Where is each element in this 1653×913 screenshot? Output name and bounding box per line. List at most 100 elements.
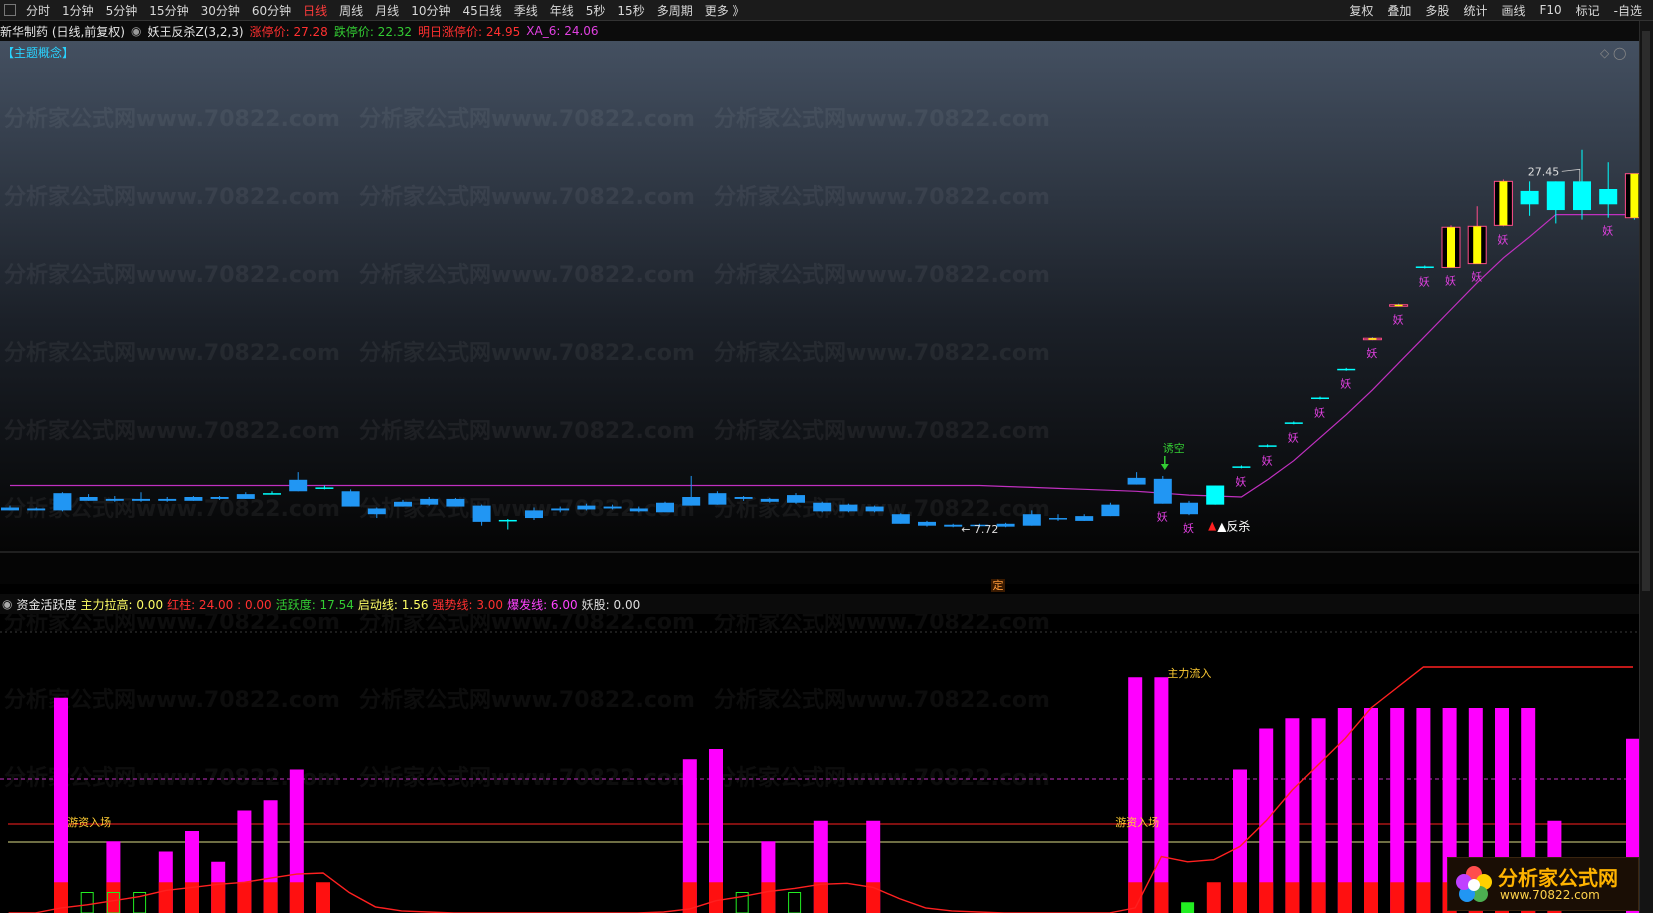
period-tab-5[interactable]: 60分钟	[246, 2, 297, 19]
candle-body-60	[1573, 181, 1591, 211]
period-tab-1[interactable]: 1分钟	[56, 2, 100, 19]
period-tab-3[interactable]: 15分钟	[143, 2, 194, 19]
toolbar-right-item-0[interactable]: 复权	[1342, 2, 1380, 19]
toolbar-right-item-5[interactable]: F10	[1532, 3, 1568, 17]
candle-body-35	[918, 521, 936, 526]
yao-marker-8: 妖	[1393, 313, 1404, 327]
limit-up-price: 涨停价: 27.28	[249, 24, 328, 39]
period-tab-11[interactable]: 季线	[508, 2, 544, 19]
watermark-4-0: 分析家公式网www.70822.com	[4, 418, 340, 444]
candle-body-9	[236, 494, 255, 499]
sub-indicator-value-6: 妖股: 0.00	[581, 597, 641, 612]
candle-body-49	[1284, 422, 1303, 424]
candle-body-10	[263, 493, 281, 495]
red-bar-6	[158, 882, 173, 913]
candle-yellow-62	[1630, 173, 1639, 218]
candle-body-48	[1258, 445, 1277, 447]
candle-body-26	[682, 497, 701, 506]
red-bar-54	[1416, 882, 1431, 913]
chart-corner-icons: ◇ ◯	[1600, 46, 1626, 60]
logo-url: www.70822.com	[1500, 888, 1600, 902]
toolbar-right-menu: 复权 叠加 多股 统计 画线 F10 标记 -自选	[1342, 0, 1649, 20]
sub-label-2: 主力流入	[1167, 666, 1211, 680]
period-tab-6[interactable]: 日线	[297, 2, 333, 19]
candle-yellow-57	[1499, 181, 1508, 226]
toolbar-handle-icon[interactable]	[4, 4, 16, 16]
period-tab-12[interactable]: 年线	[544, 2, 580, 19]
candle-body-30	[787, 495, 805, 503]
candle-body-39	[1022, 514, 1041, 526]
candle-body-59	[1546, 181, 1565, 211]
red-bar-27	[709, 882, 723, 913]
watermark-1-2: 分析家公式网www.70822.com	[714, 184, 1050, 210]
candle-body-15	[394, 501, 412, 507]
collapse-icon[interactable]: ◉	[2, 597, 12, 611]
candle-yellow-52	[1368, 338, 1377, 340]
candle-body-44	[1153, 478, 1172, 504]
candle-body-46	[1206, 485, 1225, 505]
period-tab-15[interactable]: 多周期	[651, 2, 699, 19]
sub-indicator-value-2: 活跃度: 17.54	[275, 597, 354, 612]
toolbar-right-item-6[interactable]: 标记	[1569, 2, 1607, 19]
yao-marker-1: 妖	[1183, 521, 1194, 535]
period-tab-8[interactable]: 月线	[369, 2, 405, 19]
red-bar-12	[316, 882, 330, 913]
red-bar-29	[761, 882, 776, 913]
red-bar-53	[1390, 882, 1405, 913]
period-tab-13[interactable]: 5秒	[580, 2, 612, 19]
period-tab-7[interactable]: 周线	[333, 2, 369, 19]
toolbar-right-item-7[interactable]: -自选	[1607, 2, 1649, 19]
red-bar-49	[1285, 882, 1300, 913]
watermark-1-1: 分析家公式网www.70822.com	[359, 184, 695, 210]
toolbar-right-item-3[interactable]: 统计	[1456, 2, 1494, 19]
indicator-toggle-icon[interactable]: ◉	[131, 24, 141, 38]
candle-body-36	[944, 524, 963, 527]
yao-marker-9: 妖	[1419, 274, 1430, 288]
period-tab-10[interactable]: 45日线	[456, 2, 507, 19]
period-tab-4[interactable]: 30分钟	[195, 2, 246, 19]
candle-body-54	[1415, 266, 1434, 268]
lock-marker[interactable]: 定	[991, 579, 1005, 592]
period-tab-2[interactable]: 5分钟	[100, 2, 144, 19]
watermark-3-0: 分析家公式网www.70822.com	[4, 340, 340, 366]
candle-body-47	[1232, 466, 1251, 468]
candle-body-17	[446, 498, 465, 507]
watermark-2-1: 分析家公式网www.70822.com	[359, 262, 695, 288]
watermark-0-2: 分析家公式网www.70822.com	[714, 106, 1050, 132]
yao-marker-7: 妖	[1366, 346, 1377, 360]
yao-marker-3: 妖	[1262, 453, 1273, 467]
vertical-scrollbar[interactable]	[1639, 21, 1653, 913]
flower-logo-icon	[1456, 866, 1492, 902]
period-tab-16[interactable]: 更多 》	[699, 2, 751, 19]
candle-body-14	[367, 508, 386, 515]
period-tab-14[interactable]: 15秒	[611, 2, 650, 19]
candle-body-25	[656, 502, 674, 513]
watermark-4-2: 分析家公式网www.70822.com	[714, 418, 1050, 444]
xa6-value: XA_6: 24.06	[526, 24, 599, 38]
candle-body-0	[1, 507, 19, 511]
limit-down-price: 跌停价: 22.32	[333, 24, 413, 39]
sub-indicator-value-1: 红柱: 24.00 : 0.00	[167, 597, 272, 612]
period-tab-0[interactable]: 分时	[20, 2, 56, 19]
indicator-name[interactable]: 妖王反杀Z(3,2,3)	[147, 23, 243, 40]
sub-indicator-title[interactable]: 资金活跃度	[16, 596, 76, 613]
candle-yellow-53	[1394, 304, 1403, 307]
candle-body-27	[708, 493, 727, 505]
yao-marker-12: 妖	[1497, 232, 1508, 246]
red-bar-11	[289, 882, 304, 913]
candlestick-chart[interactable]: 分析家公式网www.70822.com 分析家公式网www.70822.com 分析…	[0, 41, 1640, 584]
yao-marker-4: 妖	[1288, 430, 1299, 444]
sub-indicator-bar: ◉ 资金活跃度 主力拉高: 0.00 红柱: 24.00 : 0.00 活跃度: 1…	[0, 594, 1640, 614]
candle-body-45	[1180, 502, 1198, 515]
logo-text: 分析家公式网	[1498, 866, 1618, 890]
candle-body-61	[1599, 189, 1618, 205]
period-tab-9[interactable]: 10分钟	[405, 2, 456, 19]
toolbar-right-item-1[interactable]: 叠加	[1380, 2, 1418, 19]
scrollbar-thumb[interactable]	[1642, 31, 1650, 591]
toolbar-right-item-2[interactable]: 多股	[1418, 2, 1456, 19]
toolbar-right-item-4[interactable]: 画线	[1494, 2, 1532, 19]
sub-indicator-value-3: 启动线: 1.56	[357, 597, 429, 612]
candle-body-42	[1101, 504, 1120, 517]
fund-activity-chart[interactable]: 分析家公式网www.70822.com 分析家公式网www.70822.com 分析…	[0, 614, 1640, 913]
theme-concept-tag[interactable]: 【主题概念】	[2, 44, 74, 61]
